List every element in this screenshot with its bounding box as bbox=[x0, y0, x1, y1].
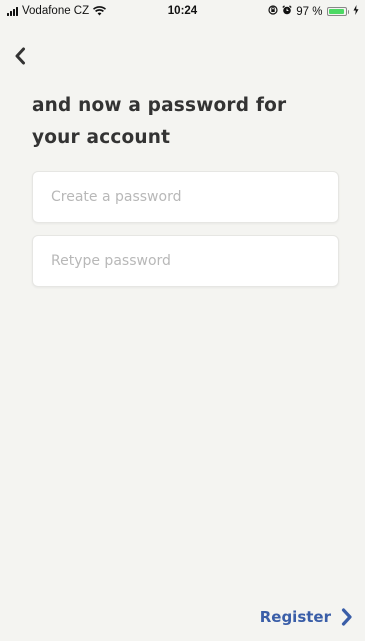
register-button[interactable]: Register bbox=[260, 608, 353, 626]
chevron-left-icon bbox=[15, 47, 25, 65]
chevron-right-icon bbox=[341, 608, 352, 626]
battery-percentage: 97 % bbox=[296, 5, 323, 18]
page-title: and now a password for your account bbox=[32, 95, 287, 148]
back-button[interactable] bbox=[8, 44, 32, 68]
orientation-lock-icon bbox=[268, 5, 278, 18]
status-bar: Vodafone CZ 10:24 97 % bbox=[0, 0, 365, 22]
retype-password-field[interactable] bbox=[32, 235, 339, 287]
status-bar-right: 97 % bbox=[268, 5, 359, 18]
create-password-input[interactable] bbox=[33, 172, 338, 222]
register-label: Register bbox=[259, 608, 331, 626]
retype-password-input[interactable] bbox=[33, 236, 338, 286]
create-password-field[interactable] bbox=[32, 171, 339, 223]
battery-icon bbox=[326, 7, 349, 16]
alarm-icon bbox=[282, 5, 292, 18]
charging-icon bbox=[353, 5, 359, 18]
battery-fill bbox=[328, 9, 345, 14]
